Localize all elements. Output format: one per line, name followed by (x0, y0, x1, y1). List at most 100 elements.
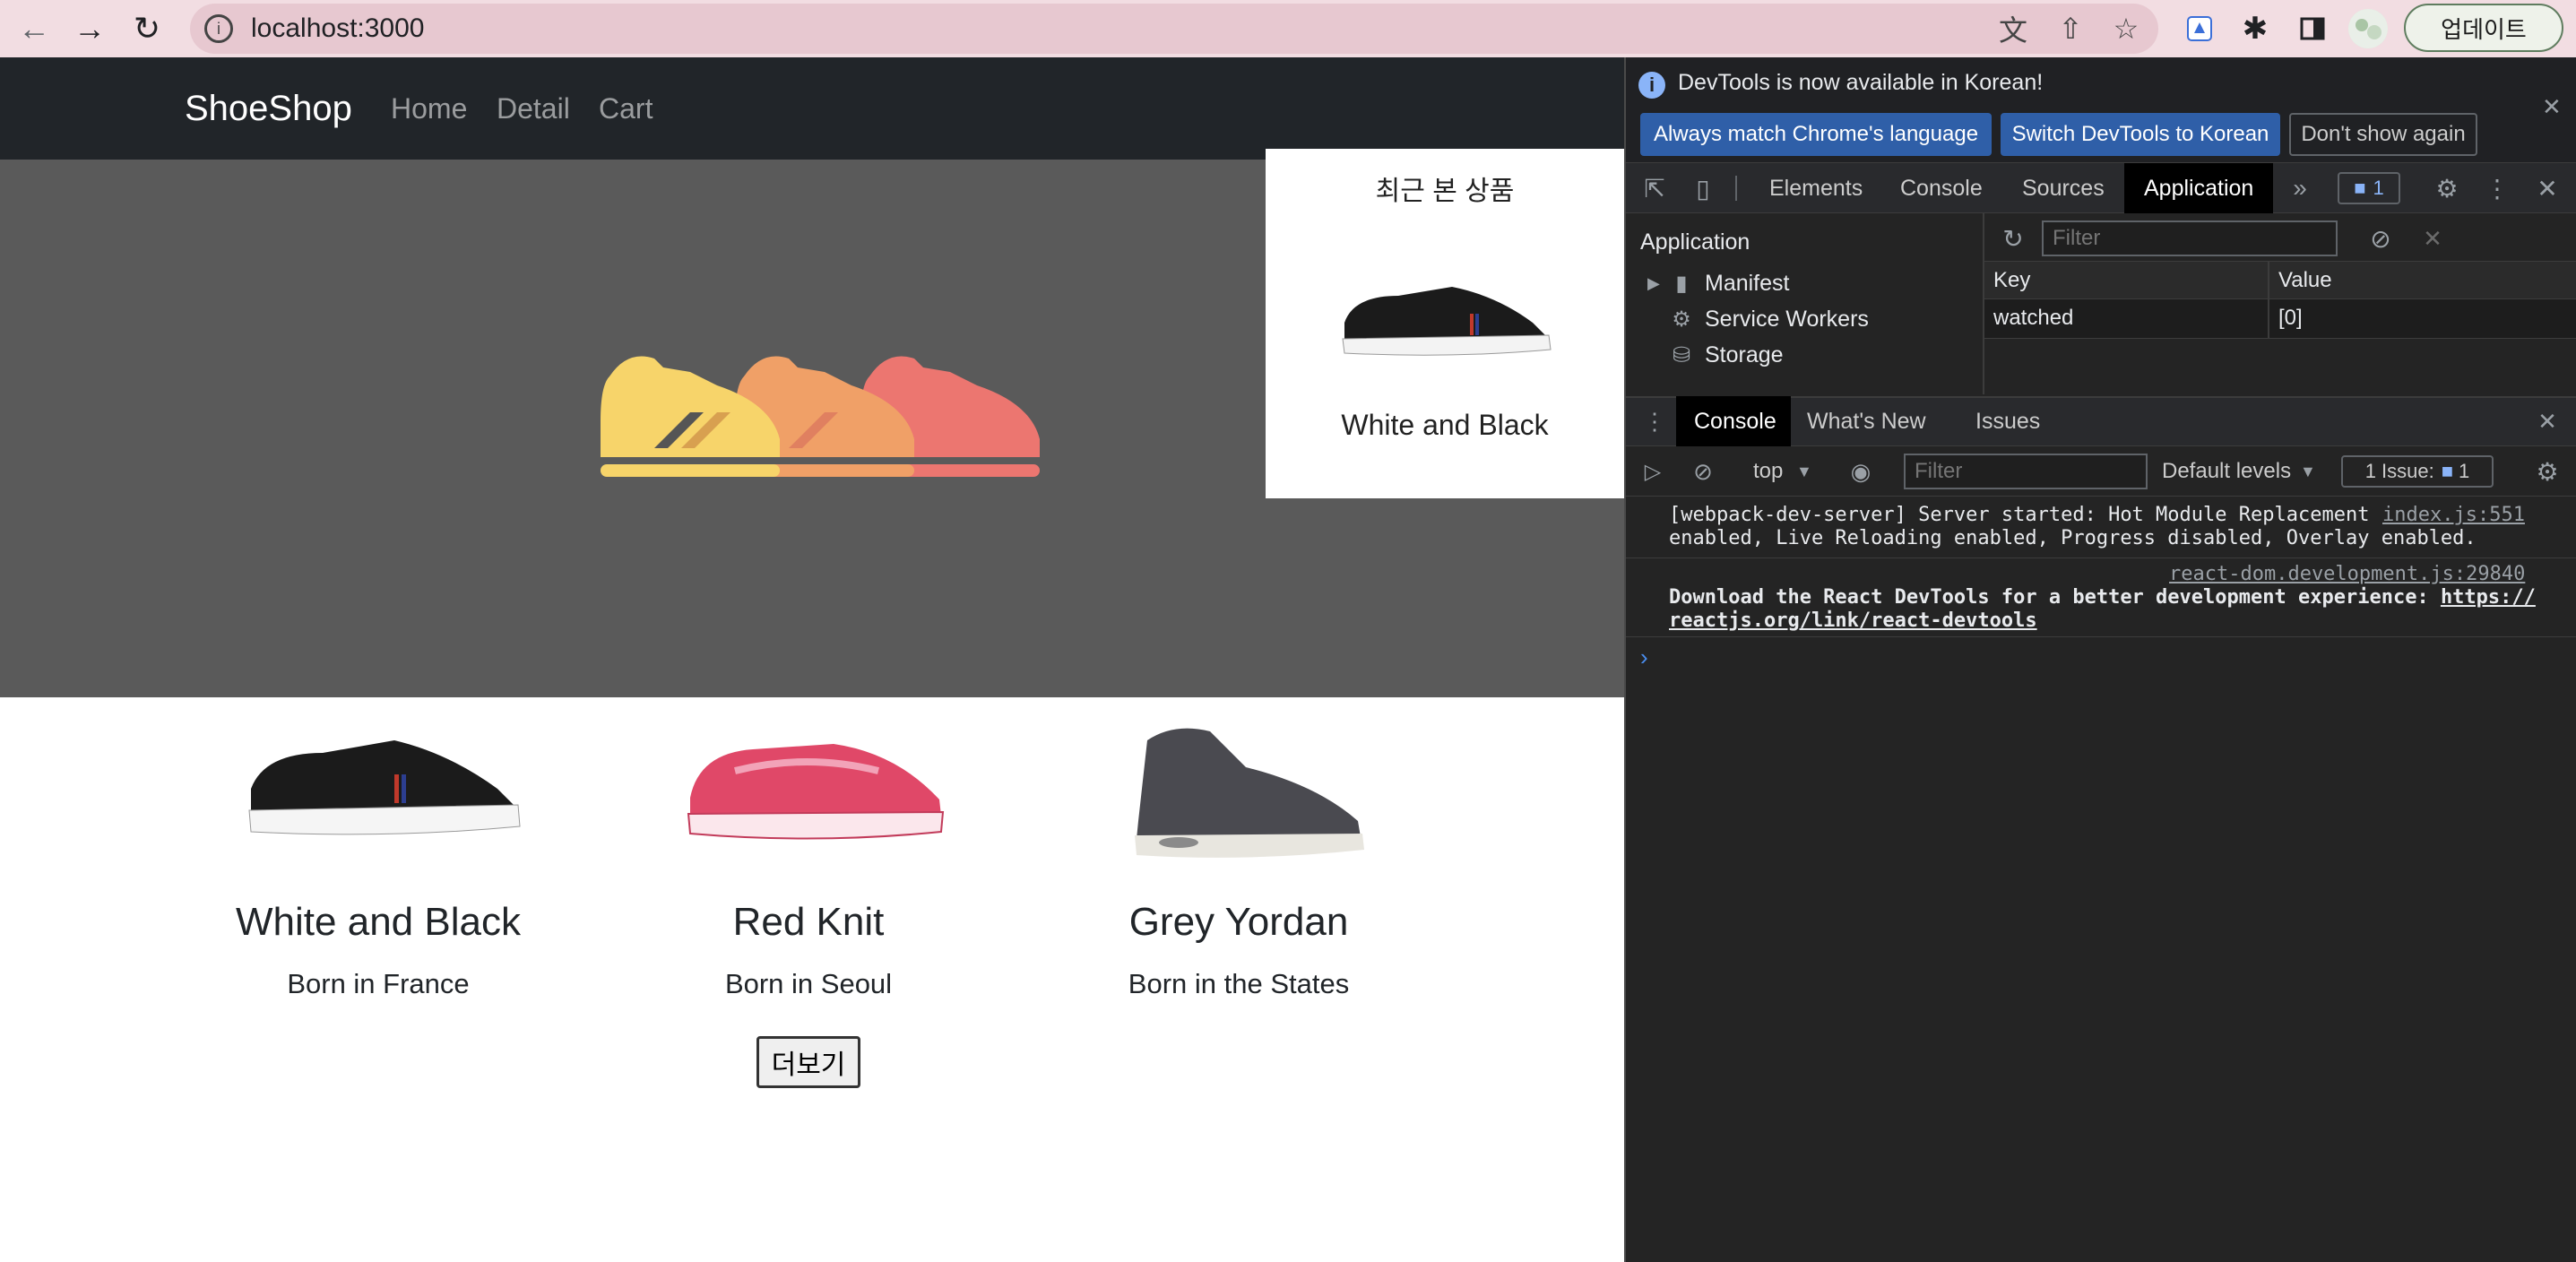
nav-link-detail[interactable]: Detail (497, 57, 570, 160)
recent-item-name: White and Black (1341, 409, 1549, 441)
dont-show-again-button[interactable]: Don't show again (2289, 113, 2477, 156)
always-match-language-button[interactable]: Always match Chrome's language (1640, 113, 1992, 156)
hero-shoes-illustration (583, 341, 1049, 511)
close-infobar-icon[interactable]: ✕ (2542, 93, 2562, 121)
close-drawer-icon[interactable]: ✕ (2529, 403, 2565, 439)
database-icon: ⛁ (1672, 343, 1691, 367)
clear-all-icon[interactable]: ⊘ (2363, 220, 2399, 256)
sidebar-item-service-workers[interactable]: ⚙ Service Workers (1669, 307, 1869, 333)
info-icon: i (1638, 72, 1665, 99)
row-key[interactable]: watched (1993, 299, 2073, 337)
product-name: Grey Yordan (1128, 900, 1349, 944)
row-value[interactable]: [0] (2278, 299, 2303, 337)
console-prompt-icon[interactable]: › (1640, 644, 1648, 671)
column-divider[interactable] (2268, 262, 2269, 339)
puzzle-extensions-icon[interactable]: ✱ (2232, 5, 2278, 52)
console-filter-input[interactable] (1904, 454, 2148, 489)
more-options-icon[interactable]: ⋮ (2479, 170, 2515, 206)
tab-console[interactable]: Console (1900, 163, 1983, 213)
product-origin: Born in Seoul (724, 968, 893, 999)
issues-label: 1 Issue: (2364, 460, 2434, 482)
more-button[interactable]: 더보기 (756, 1036, 860, 1088)
recent-shoe-image[interactable] (1336, 269, 1560, 367)
column-header-key[interactable]: Key (1993, 262, 2030, 299)
delete-selected-icon[interactable]: ✕ (2415, 220, 2451, 256)
drawer-tab-issues[interactable]: Issues (1975, 396, 2040, 446)
tab-divider (1735, 176, 1737, 201)
more-tabs-chevron-icon[interactable]: » (2282, 170, 2318, 206)
file-icon: ▮ (1675, 272, 1688, 296)
product-origin: Born in the States (1128, 968, 1350, 999)
product-image-grey-yordan[interactable] (1111, 713, 1371, 866)
log-separator (1626, 636, 2576, 637)
inspect-element-icon[interactable]: ⇱ (1637, 170, 1673, 206)
issues-counter-button[interactable]: 1 Issue: ■ 1 (2341, 455, 2494, 488)
column-header-value[interactable]: Value (2278, 262, 2332, 299)
recent-viewed-title: 최근 본 상품 (1375, 177, 1515, 206)
messages-badge[interactable]: ■ 1 (2338, 172, 2400, 204)
table-empty-area (1984, 339, 2576, 394)
url-text[interactable]: localhost:3000 (251, 7, 424, 50)
product-image-red-knit[interactable] (681, 717, 950, 860)
live-expression-eye-icon[interactable]: ◉ (1843, 455, 1879, 488)
bookmark-star-icon[interactable]: ☆ (2103, 5, 2149, 52)
drawer-menu-icon[interactable]: ⋮ (1637, 403, 1673, 439)
chevron-down-icon[interactable]: ▼ (1796, 454, 1812, 489)
badge-count: 1 (2373, 177, 2384, 199)
console-settings-gear-icon[interactable]: ⚙ (2529, 455, 2565, 488)
tab-elements[interactable]: Elements (1769, 163, 1863, 213)
device-toolbar-icon[interactable]: ▯ (1685, 170, 1721, 206)
sidebar-item-label: Storage (1705, 342, 1784, 367)
sidebar-item-storage[interactable]: ⛁ Storage (1669, 342, 1784, 368)
product-name: White and Black (236, 900, 521, 944)
refresh-icon[interactable]: ↻ (1995, 220, 2031, 256)
nav-link-cart[interactable]: Cart (599, 57, 653, 160)
log-source-link[interactable]: index.js:551 (2382, 504, 2525, 526)
gear-icon: ⚙ (1672, 307, 1691, 332)
issues-count: 1 (2459, 460, 2470, 482)
forward-arrow-icon[interactable]: → (65, 4, 115, 54)
product-origin: Born in France (287, 968, 470, 999)
expand-triangle-icon[interactable]: ▶ (1647, 274, 1669, 293)
storage-filter-input[interactable] (2042, 220, 2338, 256)
log-text: Download the React DevTools for a better… (1669, 586, 2441, 609)
infobar-message: DevTools is now available in Korean! (1678, 70, 2044, 95)
issue-message-icon: ■ (2441, 460, 2454, 482)
translate-icon[interactable]: 文 (1990, 5, 2036, 52)
reload-icon[interactable]: ↻ (122, 4, 172, 54)
extension-app-icon[interactable] (2176, 5, 2223, 52)
update-button[interactable]: 업데이트 (2404, 4, 2563, 52)
switch-to-korean-button[interactable]: Switch DevTools to Korean (2001, 113, 2280, 156)
console-log-line: Download the React DevTools for a better… (1669, 586, 2536, 609)
settings-gear-icon[interactable]: ⚙ (2429, 170, 2465, 206)
sidebar-item-manifest[interactable]: ▶ ▮ Manifest (1647, 271, 1789, 297)
console-log-line: [webpack-dev-server] Server started: Hot… (1669, 504, 2370, 526)
share-icon[interactable]: ⇧ (2047, 5, 2094, 52)
tab-application[interactable]: Application (2144, 163, 2253, 213)
product-name: Red Knit (732, 900, 885, 944)
sidebar-item-label: Manifest (1705, 271, 1790, 296)
side-panel-icon[interactable] (2289, 5, 2336, 52)
tab-sources[interactable]: Sources (2022, 163, 2105, 213)
back-arrow-icon[interactable]: ← (9, 4, 59, 54)
application-sidebar-title: Application (1640, 229, 1750, 255)
console-log-line: enabled, Live Reloading enabled, Progres… (1669, 527, 2477, 549)
chevron-down-icon[interactable]: ▼ (2300, 454, 2316, 489)
drawer-tab-console[interactable]: Console (1694, 396, 1776, 446)
close-devtools-icon[interactable]: ✕ (2529, 170, 2565, 206)
clear-console-icon[interactable]: ⊘ (1687, 455, 1719, 488)
log-levels-dropdown[interactable]: Default levels (2162, 454, 2291, 489)
drawer-tab-whats-new[interactable]: What's New (1807, 396, 1926, 446)
react-devtools-link[interactable]: https:// (2441, 586, 2536, 609)
sidebar-toggle-icon[interactable]: ▷ (1637, 455, 1669, 488)
nav-link-home[interactable]: Home (391, 57, 467, 160)
product-image-white-and-black[interactable] (242, 717, 529, 860)
profile-avatar[interactable] (2348, 9, 2388, 48)
log-source-link[interactable]: react-dom.development.js:29840 (2169, 563, 2525, 585)
address-bar[interactable] (190, 4, 2158, 54)
react-devtools-link[interactable]: reactjs.org/link/react-devtools (1669, 609, 2037, 633)
context-selector[interactable]: top (1753, 454, 1783, 489)
brand-logo[interactable]: ShoeShop (185, 57, 352, 160)
site-info-icon[interactable]: i (204, 14, 233, 43)
message-icon: ■ (2354, 177, 2366, 199)
